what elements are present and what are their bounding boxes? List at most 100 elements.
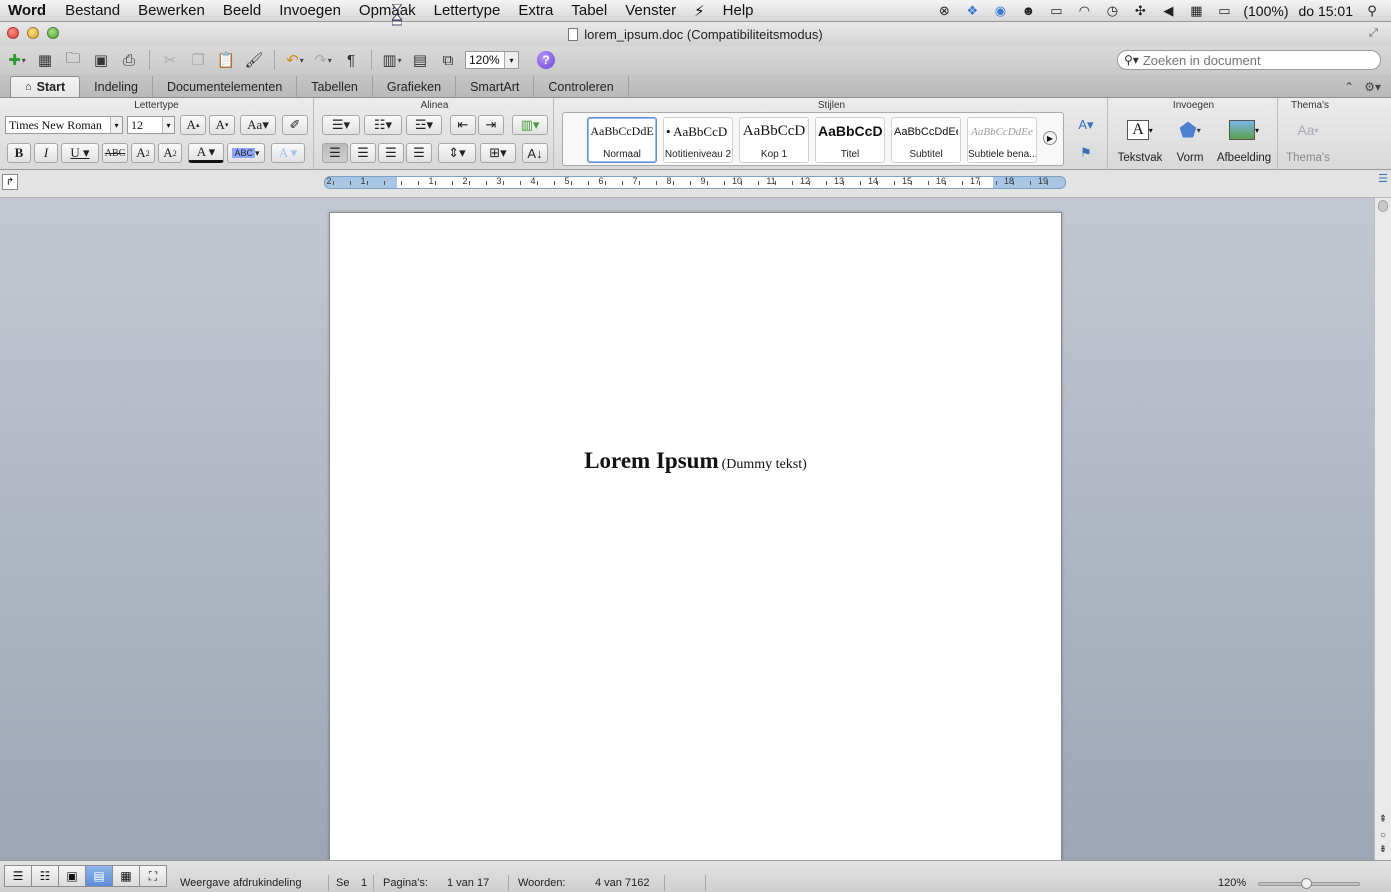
menu-beeld[interactable]: Beeld [214, 2, 270, 19]
subheading-text[interactable]: (Dummy tekst) [722, 457, 807, 472]
superscript-button[interactable]: A2 [131, 143, 155, 163]
document-page[interactable]: Lorem Ipsum (Dummy tekst) [329, 212, 1062, 872]
search-icon[interactable]: ⚲▾ [1124, 53, 1139, 67]
display-icon[interactable]: ▭ [1047, 3, 1065, 19]
search-input[interactable] [1142, 52, 1363, 68]
user-icon[interactable]: ☻ [1019, 3, 1037, 19]
highlight-button[interactable]: ABC ▾ [227, 143, 265, 163]
minimize-window-button[interactable] [27, 27, 39, 39]
print-button[interactable]: ⎙ [118, 49, 140, 71]
bold-button[interactable]: B [7, 143, 31, 163]
gear-icon[interactable]: ⚙▾ [1364, 80, 1381, 94]
indent-marker-icon[interactable] [392, 4, 402, 26]
align-center-button[interactable]: ☰ [350, 143, 376, 163]
print-layout-view-button[interactable]: ▤ [85, 865, 113, 887]
battery-icon[interactable]: ▭ [1215, 3, 1233, 19]
align-right-button[interactable]: ☰ [378, 143, 404, 163]
wifi-icon[interactable]: ◠ [1075, 3, 1093, 19]
scroll-thumb[interactable] [1378, 200, 1388, 212]
tab-documentelementen[interactable]: Documentelementen [153, 76, 298, 97]
help-icon[interactable]: ? [537, 51, 555, 69]
tab-indeling[interactable]: Indeling [80, 76, 153, 97]
format-painter-button[interactable]: 🖌 [243, 49, 265, 71]
multilevel-list-button[interactable]: ☲▾ [406, 115, 442, 135]
sort-button[interactable]: A↓ [522, 143, 548, 163]
grow-font-button[interactable]: A ▴ [180, 115, 206, 135]
collapse-ribbon-icon[interactable]: ⌃ [1344, 80, 1354, 94]
notebook-view-button[interactable]: ▦ [112, 865, 140, 887]
tab-tabellen[interactable]: Tabellen [297, 76, 373, 97]
font-size-select[interactable]: 12 ▾ [127, 116, 175, 134]
volume-icon[interactable]: ◀ [1159, 3, 1177, 19]
app-menu[interactable]: Word [0, 2, 56, 19]
borders-button[interactable]: ⊞▾ [480, 143, 516, 163]
show-formatting-button[interactable]: ¶ [340, 49, 362, 71]
styles-pane-icon[interactable]: A▾ [1072, 115, 1100, 135]
publishing-view-button[interactable]: ▣ [58, 865, 86, 887]
justify-button[interactable]: ☰ [406, 143, 432, 163]
decrease-indent-button[interactable]: ⇤ [450, 115, 476, 135]
chevron-down-icon[interactable]: ▾ [110, 117, 122, 133]
text-effects-button[interactable]: A ▾ [271, 143, 305, 163]
line-spacing-button[interactable]: ⇕▾ [438, 143, 476, 163]
chevron-right-icon[interactable]: ▶ [1043, 131, 1057, 145]
aperture-icon[interactable]: ⊗ [935, 3, 953, 19]
bullets-button[interactable]: ☰▾ [322, 115, 360, 135]
open-button[interactable]: 🗀 [62, 49, 84, 71]
font-name-select[interactable]: Times New Roman ▾ [5, 116, 123, 134]
font-color-button[interactable]: A ▾ [188, 143, 224, 163]
previous-page-icon[interactable]: ⇞ [1376, 814, 1390, 825]
outline-view-button[interactable]: ☷ [31, 865, 59, 887]
focus-view-button[interactable]: ⛶ [139, 865, 167, 887]
italic-button[interactable]: I [34, 143, 58, 163]
paste-button[interactable]: 📋 [215, 49, 237, 71]
copy-button[interactable]: ❐ [187, 49, 209, 71]
style-titel[interactable]: AaBbCcDc Titel [815, 117, 885, 163]
menu-opmaak[interactable]: Opmaak [350, 2, 425, 19]
undo-button[interactable]: ↶ [284, 49, 306, 71]
shrink-font-button[interactable]: A ▾ [209, 115, 235, 135]
underline-button[interactable]: U ▾ [61, 143, 99, 163]
cut-button[interactable]: ✂ [159, 49, 181, 71]
split-view-icon[interactable]: ☰ [1375, 172, 1391, 188]
browse-object-icon[interactable]: ○ [1376, 830, 1390, 841]
menu-lettertype[interactable]: Lettertype [425, 2, 510, 19]
change-case-button[interactable]: Aa▾ [240, 115, 276, 135]
strikethrough-button[interactable]: ABC [102, 143, 128, 163]
document-heading[interactable]: Lorem Ipsum (Dummy tekst) [330, 448, 1061, 474]
menu-bestand[interactable]: Bestand [56, 2, 129, 19]
next-page-icon[interactable]: ⇟ [1376, 844, 1390, 855]
menu-help[interactable]: Help [714, 2, 763, 19]
bluetooth-icon[interactable]: ✣ [1131, 3, 1149, 19]
dropbox-icon[interactable]: ❖ [963, 3, 981, 19]
sync-icon[interactable]: ◉ [991, 3, 1009, 19]
menubar-clock[interactable]: do 15:01 [1299, 3, 1354, 19]
style-notitieniveau-2[interactable]: • AaBbCcD Notitieniveau 2 [663, 117, 733, 163]
vertical-scrollbar[interactable]: ⇞ ○ ⇟ [1374, 198, 1391, 860]
zoom-select[interactable]: 120% ▾ [465, 51, 519, 69]
close-window-button[interactable] [7, 27, 19, 39]
subscript-button[interactable]: A2 [158, 143, 182, 163]
chevron-down-icon[interactable]: ▾ [504, 52, 518, 68]
zoom-slider[interactable] [1258, 878, 1360, 889]
tab-grafieken[interactable]: Grafieken [373, 76, 457, 97]
redo-button[interactable]: ↷ [312, 49, 334, 71]
picture-button[interactable]: ▾ Afbeelding [1214, 116, 1274, 168]
templates-button[interactable]: ▦ [34, 49, 56, 71]
tab-selector-icon[interactable]: ↱ [2, 174, 18, 190]
script-menu-icon[interactable]: ⚡ [685, 2, 714, 20]
search-field[interactable]: ⚲▾ [1117, 50, 1381, 70]
tab-smartart[interactable]: SmartArt [456, 76, 535, 97]
tab-start[interactable]: ⌂ Start [10, 76, 81, 97]
increase-indent-button[interactable]: ⇥ [478, 115, 504, 135]
style-kop-1[interactable]: AaBbCcD Kop 1 [739, 117, 809, 163]
horizontal-ruler[interactable]: 2 1 1 2 3 4 5 6 7 8 9 10 11 12 13 14 15 16 17 18 19 [324, 176, 1066, 189]
fullscreen-icon[interactable]: ⤢ [1369, 27, 1381, 39]
tab-controleren[interactable]: Controleren [534, 76, 629, 97]
menu-bewerken[interactable]: Bewerken [129, 2, 214, 19]
align-left-button[interactable]: ☰ [322, 143, 348, 163]
clear-formatting-button[interactable]: ✐ [282, 115, 308, 135]
calendar-icon[interactable]: ▦ [1187, 3, 1205, 19]
menu-invoegen[interactable]: Invoegen [270, 2, 350, 19]
heading-text[interactable]: Lorem Ipsum [584, 448, 718, 473]
